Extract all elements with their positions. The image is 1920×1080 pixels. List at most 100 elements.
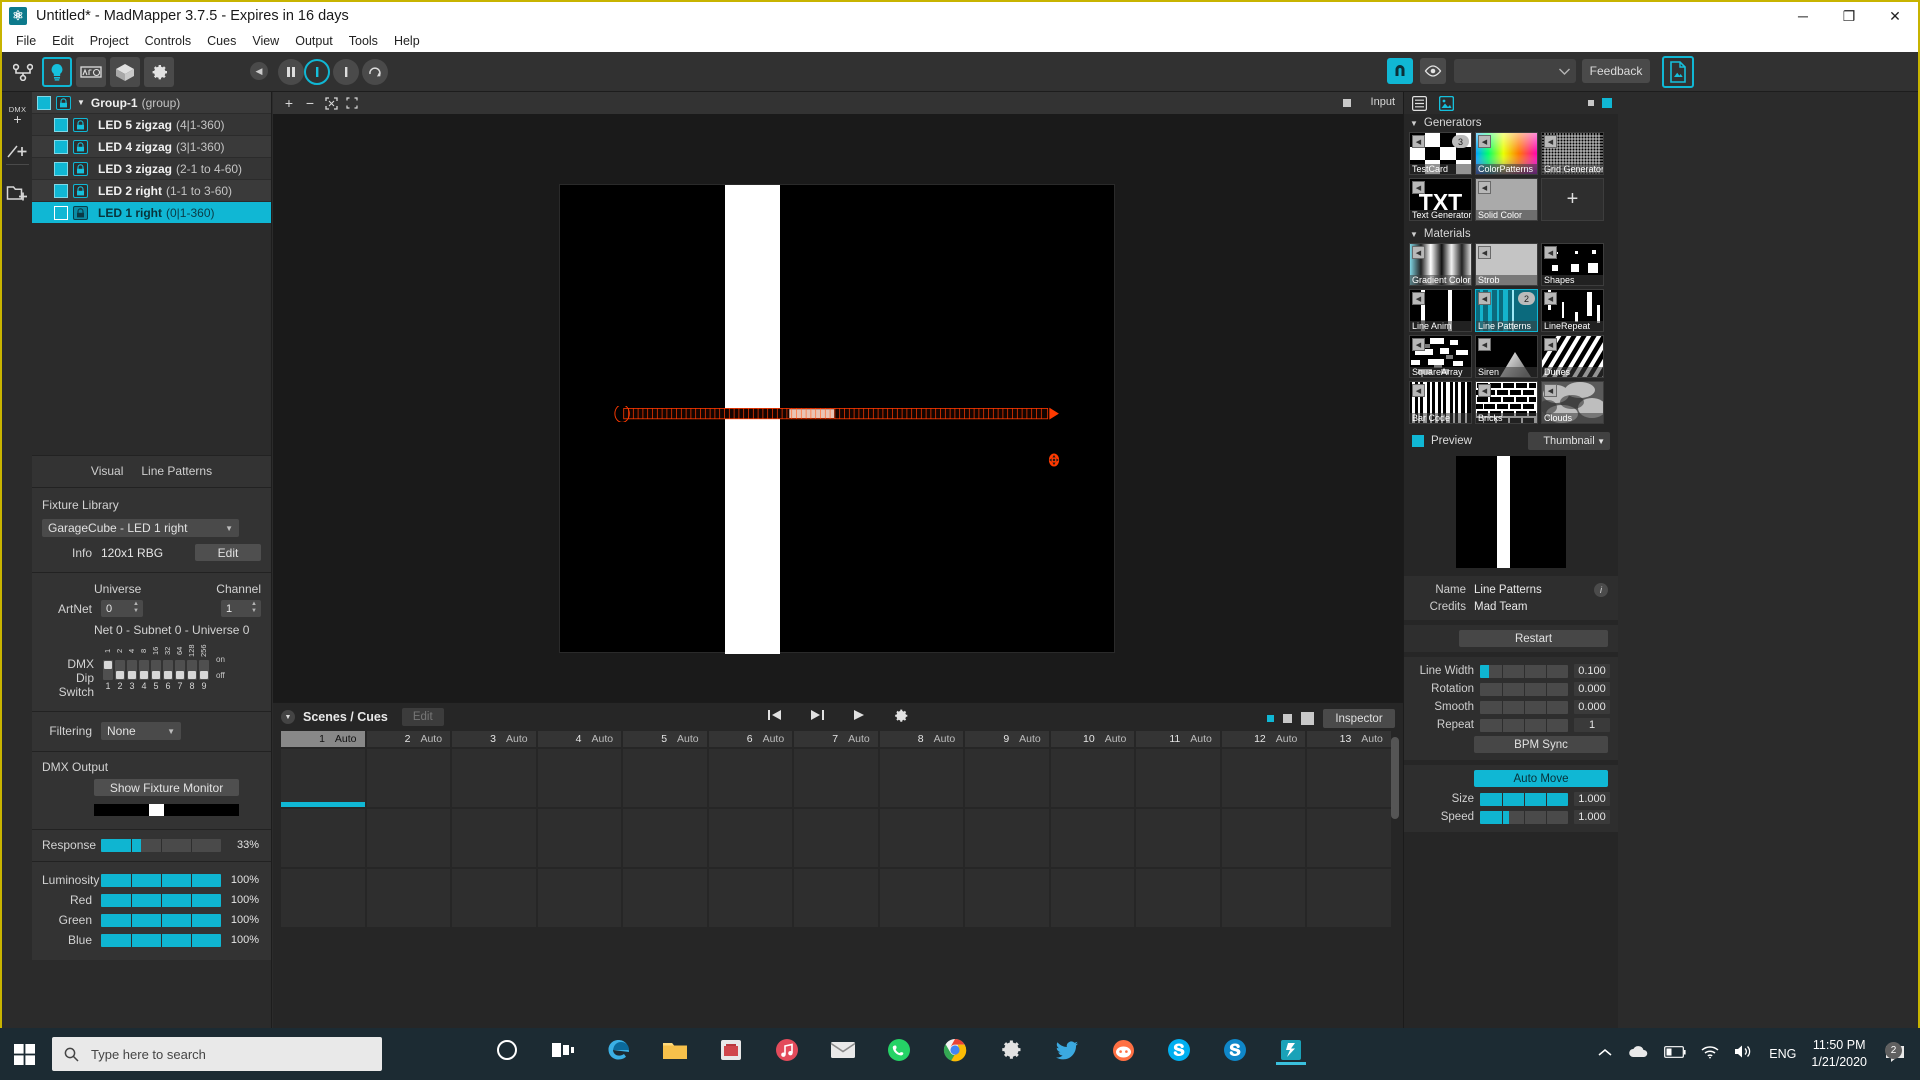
cue-cell[interactable]	[281, 749, 365, 807]
library-size-large-button[interactable]	[1602, 98, 1612, 108]
cue-cell[interactable]	[537, 869, 622, 927]
nodes-tool-button[interactable]	[8, 57, 38, 87]
play-triangle-icon[interactable]: ◀	[1412, 292, 1425, 305]
show-fixture-monitor-button[interactable]: Show Fixture Monitor	[94, 779, 239, 796]
collapse-caret-icon[interactable]: ▼	[1410, 230, 1418, 239]
cue-cell[interactable]	[794, 869, 878, 927]
cue-cell[interactable]	[366, 869, 451, 927]
generator-solid-color[interactable]: ◀ Solid Color	[1475, 178, 1538, 221]
cue-header-8[interactable]: 8 Auto	[879, 731, 964, 747]
rotation-slider[interactable]	[1480, 682, 1568, 696]
wifi-icon[interactable]	[1701, 1045, 1719, 1064]
fixture-color-swatch[interactable]	[37, 95, 51, 110]
play-active-button[interactable]	[304, 59, 330, 85]
cue-header-2[interactable]: 2 Auto	[366, 731, 451, 747]
cue-header-7[interactable]: 7 Auto	[794, 731, 878, 747]
fixture-color-swatch[interactable]	[54, 183, 68, 198]
dmx-fixture-tool-button[interactable]	[76, 57, 106, 87]
language-indicator[interactable]: ENG	[1769, 1047, 1796, 1061]
play-triangle-icon[interactable]: ◀	[1478, 181, 1491, 194]
filtering-combo[interactable]: None ▼	[101, 722, 181, 740]
cue-header-3[interactable]: 3 Auto	[452, 731, 536, 747]
music-icon[interactable]	[772, 1035, 802, 1065]
cue-cell[interactable]	[1307, 869, 1391, 927]
green-slider[interactable]	[101, 913, 221, 927]
lock-icon[interactable]	[73, 161, 88, 176]
cue-cell[interactable]	[794, 809, 878, 867]
cue-cell[interactable]	[1050, 869, 1135, 927]
lock-icon[interactable]	[56, 95, 71, 110]
cue-cell[interactable]	[1050, 809, 1135, 867]
material-shapes[interactable]: ◀ Shapes	[1541, 243, 1604, 286]
skype-icon[interactable]	[1164, 1035, 1194, 1065]
cue-header-12[interactable]: 12 Auto	[1221, 731, 1306, 747]
madmapper-taskbar-icon[interactable]	[1276, 1035, 1306, 1065]
lock-icon[interactable]	[73, 205, 88, 220]
fixture-row-led-4-zigzag[interactable]: LED 4 zigzag (3|1-360)	[32, 136, 271, 158]
play-triangle-icon[interactable]: ◀	[1544, 338, 1557, 351]
dip-switch-6[interactable]	[163, 660, 173, 680]
chrome-icon[interactable]	[940, 1035, 970, 1065]
speed-slider[interactable]	[1480, 810, 1568, 824]
cue-cell[interactable]	[708, 749, 793, 807]
fixture-library-combo[interactable]: GarageCube - LED 1 right ▼	[42, 519, 239, 537]
fixture-color-swatch[interactable]	[54, 161, 68, 176]
material-line-anim[interactable]: ◀ Line Anim	[1409, 289, 1472, 332]
close-button[interactable]: ✕	[1872, 2, 1918, 30]
play-triangle-icon[interactable]: ◀	[1478, 338, 1491, 351]
tab-visual[interactable]: Visual	[91, 464, 123, 478]
group-expand-caret-icon[interactable]: ▼	[77, 98, 85, 107]
menu-edit[interactable]: Edit	[44, 32, 82, 50]
cue-cell[interactable]	[1221, 869, 1306, 927]
cue-header-6[interactable]: 6 Auto	[708, 731, 793, 747]
cue-header-11[interactable]: 11 Auto	[1136, 731, 1220, 747]
cue-cell[interactable]	[452, 749, 536, 807]
cue-cell[interactable]	[965, 869, 1049, 927]
notifications-button[interactable]: 2	[1882, 1041, 1908, 1067]
cue-cell[interactable]	[1307, 749, 1391, 807]
start-button[interactable]	[6, 1037, 42, 1071]
play-triangle-icon[interactable]: ◀	[1478, 292, 1491, 305]
cue-cell[interactable]	[708, 869, 793, 927]
cue-cell[interactable]	[794, 749, 878, 807]
fixture-pivot-handle[interactable]	[1046, 452, 1062, 468]
material-gradient-color[interactable]: ◀ Gradient Color	[1409, 243, 1472, 286]
dip-switch-2[interactable]	[115, 660, 125, 680]
media-library-button[interactable]	[1662, 56, 1694, 88]
luminosity-slider[interactable]	[101, 873, 221, 887]
snap-toggle-button[interactable]	[1387, 58, 1413, 84]
cue-cell[interactable]	[537, 749, 622, 807]
play-triangle-icon[interactable]: ◀	[1544, 246, 1557, 259]
dip-switch-3[interactable]	[127, 660, 137, 680]
fixture-color-swatch[interactable]	[54, 205, 68, 220]
play-triangle-icon[interactable]: ◀	[1412, 135, 1425, 148]
red-slider[interactable]	[101, 893, 221, 907]
edit-fixture-button[interactable]: Edit	[195, 544, 261, 561]
fixture-list[interactable]: ▼ Group-1 (group) LED 5 zigzag (4|1-360)…	[32, 92, 272, 587]
cue-cell[interactable]	[537, 809, 622, 867]
cue-cell[interactable]	[1221, 809, 1306, 867]
material-clouds[interactable]: ◀ Clouds	[1541, 381, 1604, 424]
repeat-slider[interactable]	[1480, 718, 1568, 732]
fixture-row-led-2-right[interactable]: LED 2 right (1-1 to 3-60)	[32, 180, 271, 202]
collapse-arrow-icon[interactable]: ◀	[250, 62, 268, 80]
cue-scrollbar[interactable]	[1391, 737, 1399, 819]
cue-cell[interactable]	[281, 809, 365, 867]
menu-help[interactable]: Help	[386, 32, 428, 50]
fixture-color-swatch[interactable]	[54, 139, 68, 154]
minimize-button[interactable]: ─	[1780, 2, 1826, 30]
play-cue-button[interactable]	[851, 708, 867, 728]
dip-switch-8[interactable]	[187, 660, 197, 680]
fixture-row-led-5-zigzag[interactable]: LED 5 zigzag (4|1-360)	[32, 114, 271, 136]
dip-switch-7[interactable]	[175, 660, 185, 680]
material-dunes[interactable]: ◀ Dunes	[1541, 335, 1604, 378]
cue-cell[interactable]	[1136, 869, 1220, 927]
material-strob[interactable]: ◀ Strob	[1475, 243, 1538, 286]
material-bricks[interactable]: ◀ Bricks	[1475, 381, 1538, 424]
view-mode-medium-button[interactable]	[1283, 714, 1292, 723]
add-generator-button[interactable]: +	[1541, 178, 1604, 221]
dip-switch-9[interactable]	[199, 660, 209, 680]
edge-icon[interactable]	[604, 1035, 634, 1065]
taskbar-search-input[interactable]: Type here to search	[52, 1037, 382, 1071]
lock-icon[interactable]	[73, 183, 88, 198]
